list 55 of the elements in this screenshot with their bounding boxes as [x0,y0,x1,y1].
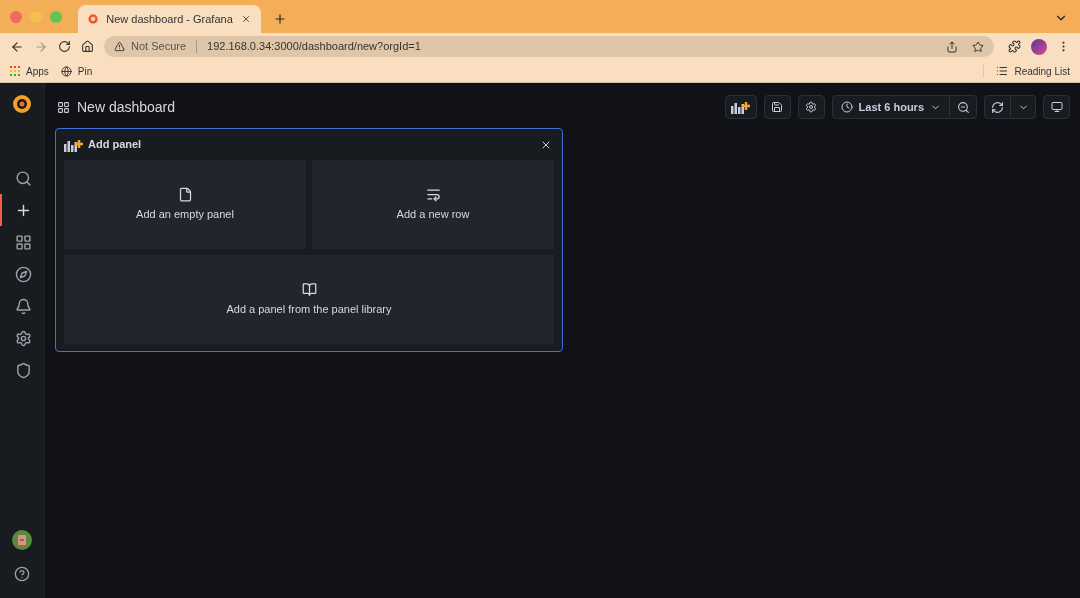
monitor-icon [1050,101,1063,113]
settings-icon [14,329,32,347]
add-panel-icon [64,137,84,152]
warning-icon [114,41,125,52]
grid-icon [14,233,32,251]
reading-list-icon [996,65,1009,77]
time-range-picker[interactable]: Last 6 hours [831,95,950,119]
settings-button[interactable] [797,95,825,119]
new-tab-icon[interactable] [273,12,287,26]
file-icon [177,186,193,202]
back-icon[interactable] [10,39,24,54]
tab-title: New dashboard - Grafana [106,11,233,27]
zoom-out-icon [956,100,970,114]
reading-list-button[interactable]: Reading List [996,63,1070,79]
share-icon[interactable] [946,40,958,53]
save-icon [771,101,784,113]
save-button[interactable] [763,95,791,119]
clock-icon [840,101,853,113]
search-icon [14,169,32,187]
home-icon[interactable] [81,40,94,53]
extensions-icon[interactable] [1008,40,1021,53]
security-label: Not Secure [131,39,187,55]
user-avatar[interactable] [12,530,32,550]
profile-avatar[interactable] [1031,38,1047,55]
bell-icon [14,297,32,315]
grid-icon [57,100,70,114]
shield-icon [14,361,32,379]
refresh-button[interactable] [984,95,1011,119]
grafana-logo-icon [11,93,33,115]
reload-icon[interactable] [58,40,71,53]
help-icon[interactable] [14,566,30,582]
add-panel-icon [730,100,751,114]
add-panel-button[interactable] [724,95,757,119]
address-bar[interactable]: Not Secure 192.168.0.34:3000/dashboard/new?orgId=1 [104,36,994,57]
close-icon[interactable] [240,13,251,25]
add-option-card[interactable]: Add a panel from the panel library [64,255,554,344]
bookmark-star-icon[interactable] [972,40,984,53]
zoom-out-button[interactable] [950,95,977,119]
add-option-card[interactable]: Add a new row [312,160,554,249]
lines-icon [425,186,441,202]
apps-grid-icon [10,66,20,76]
browser-tab[interactable]: New dashboard - Grafana [78,5,261,33]
grafana-logo-icon [88,13,99,25]
globe-icon [60,65,72,77]
compass-icon [14,265,32,283]
add-option-card[interactable]: Add an empty panel [64,160,306,249]
pin-bookmark[interactable]: Pin [60,63,93,79]
panel-title: Add panel [88,137,142,153]
settings-icon [805,101,818,113]
refresh-icon [991,100,1004,114]
url-text: 192.168.0.34:3000/dashboard/new?orgId=1 [207,39,422,55]
tv-mode-button[interactable] [1043,95,1070,119]
book-icon [301,281,317,297]
apps-bookmark[interactable]: Apps [10,63,49,79]
dashboard-title: New dashboard [77,97,176,117]
